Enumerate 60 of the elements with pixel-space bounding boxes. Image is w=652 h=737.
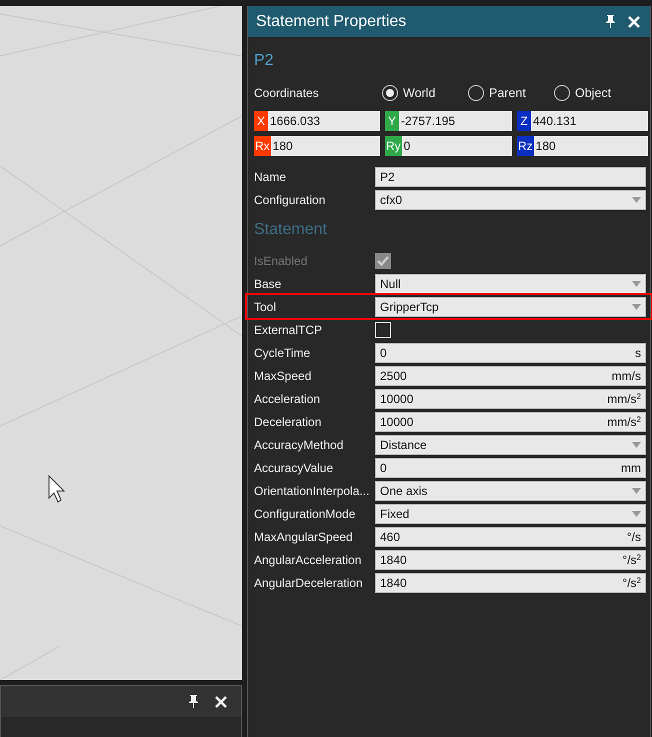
axis-label: Y	[385, 111, 399, 131]
text-field[interactable]: 1840 °/s$^{2}$	[375, 572, 646, 592]
caret-icon	[632, 196, 641, 202]
caret-icon	[632, 510, 641, 516]
property-label: IsEnabled	[254, 252, 308, 270]
panel-title: Statement Properties	[256, 12, 408, 32]
text-field[interactable]: 10000 mm/s$^{2}$	[375, 388, 646, 408]
section-title: Statement	[254, 220, 328, 240]
property-label: AngularDeceleration	[254, 574, 364, 592]
property-label: MaxAngularSpeed	[254, 528, 354, 546]
coordinate-field[interactable]: Rz 180	[517, 136, 648, 156]
dropdown[interactable]: Fixed	[375, 504, 646, 524]
text-field[interactable]: 0 mm	[375, 458, 646, 478]
text-field[interactable]: 0 s	[375, 342, 646, 362]
property-label: ConfigurationMode	[254, 506, 356, 522]
property-label: Acceleration	[254, 390, 322, 408]
coordinate-field[interactable]: Rx 180	[254, 136, 380, 156]
dropdown[interactable]: GripperTcp	[375, 296, 646, 316]
coordinate-field[interactable]: Y -2757.195	[385, 111, 512, 131]
caret-icon	[632, 442, 641, 448]
dropdown[interactable]: One axis	[375, 480, 646, 500]
property-label: AngularAcceleration	[254, 552, 362, 568]
text-field[interactable]: 460 °/s	[375, 526, 646, 546]
dropdown[interactable]: Distance	[375, 434, 646, 454]
property-label: AccuracyValue	[254, 460, 334, 476]
caret-icon	[632, 304, 641, 310]
property-label: Tool	[254, 298, 278, 316]
text-field[interactable]: 10000 mm/s$^{2}$	[375, 412, 646, 432]
pin-icon[interactable]	[188, 695, 199, 708]
text-field[interactable]: P2	[375, 166, 646, 186]
text-field[interactable]: 1840 °/s$^{2}$	[375, 550, 646, 570]
caret-icon	[632, 488, 641, 494]
text-field[interactable]: 2500 mm/s	[375, 366, 646, 386]
coordinate-field[interactable]: Z 440.131	[517, 111, 648, 131]
property-label: MaxSpeed	[254, 368, 312, 384]
property-label: Name	[254, 168, 288, 186]
radio-button[interactable]: World	[382, 84, 468, 102]
field-label: Coordinates	[254, 85, 320, 102]
axis-label: Z	[517, 111, 531, 131]
object-name: P2	[254, 51, 275, 71]
property-label: Configuration	[254, 192, 326, 208]
radio-button[interactable]: Object	[554, 84, 640, 102]
dropdown[interactable]: cfx0	[375, 190, 646, 210]
axis-label: Rx	[254, 136, 271, 156]
coordinate-field[interactable]: X 1666.033	[254, 111, 380, 131]
property-label: Base	[254, 276, 282, 292]
dropdown[interactable]: Null	[375, 274, 646, 294]
axis-label: X	[254, 111, 268, 131]
property-label: ExternalTCP	[254, 322, 324, 338]
radio-button[interactable]: Parent	[468, 84, 554, 102]
property-label: Deceleration	[254, 414, 322, 430]
property-label: OrientationInterpola...	[254, 482, 370, 500]
coordinate-field[interactable]: Ry 0	[385, 136, 512, 156]
property-label: CycleTime	[254, 344, 312, 362]
property-label: AccuracyMethod	[254, 436, 344, 454]
axis-label: Ry	[385, 136, 402, 156]
close-icon[interactable]	[215, 696, 227, 708]
axis-label: Rz	[517, 136, 534, 156]
pin-icon[interactable]	[605, 15, 616, 28]
caret-icon	[632, 280, 641, 286]
